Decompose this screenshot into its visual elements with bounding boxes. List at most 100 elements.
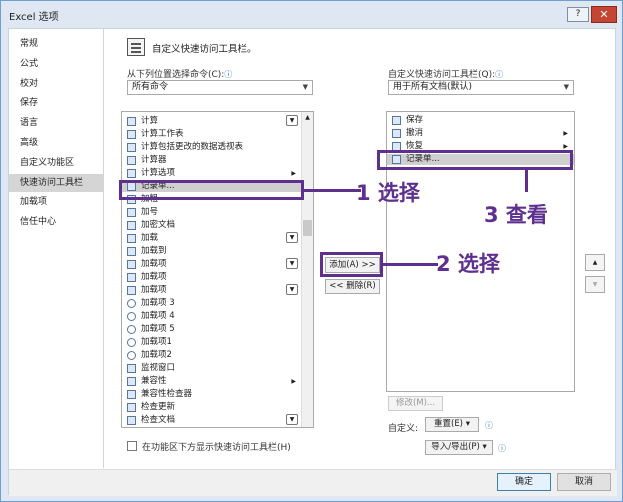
window-title: Excel 选项 [9, 12, 59, 23]
command-icon [127, 416, 136, 425]
annotation-line-2 [383, 263, 438, 266]
dialog-client-area: 常规 公式 校对 保存 语言 高级 自定义功能区 快速访问工具栏 加载项 信任中心 自定义快速访问… [8, 28, 617, 496]
list-item[interactable]: 计算工作表 [122, 129, 302, 140]
command-list-scrollbar[interactable]: ▲ [301, 112, 313, 427]
list-item[interactable]: 兼容性 ▶ [122, 376, 302, 387]
list-item-label: 计算工作表 [141, 129, 184, 139]
choose-commands-label: 从下列位置选择命令(C):ⓘ [127, 67, 232, 80]
nav-item[interactable]: 快速访问工具栏 [9, 173, 103, 192]
highlight-box-3 [377, 150, 573, 170]
list-item-label: 加载项 [141, 285, 167, 295]
qat-label: 自定义快速访问工具栏(Q):ⓘ [388, 67, 503, 80]
command-icon [127, 234, 136, 243]
command-icon [127, 247, 136, 256]
list-item[interactable]: 加载项2 [122, 350, 302, 361]
list-item[interactable]: 加载项 ▼ [122, 284, 302, 296]
list-item[interactable]: 加载到 [122, 246, 302, 257]
list-item[interactable]: 检查文档 ▼ [122, 414, 302, 426]
show-below-ribbon-label: 在功能区下方显示快速访问工具栏(H) [142, 443, 291, 453]
command-icon [127, 299, 136, 308]
scroll-thumb[interactable] [303, 220, 312, 236]
list-item[interactable]: 加载项 4 [122, 311, 302, 322]
move-up-button[interactable]: ▲ [585, 254, 605, 271]
modify-button[interactable]: 修改(M)... [388, 396, 443, 411]
submenu-arrow-icon: ▶ [291, 378, 296, 385]
nav-item[interactable]: 自定义功能区 [9, 154, 103, 172]
list-item-label: 加载 [141, 233, 159, 243]
nav-item[interactable]: 加载项 [9, 193, 103, 211]
nav-item[interactable]: 常规 [9, 35, 103, 53]
choose-commands-label-text: 从下列位置选择命令(C): [127, 70, 225, 80]
reset-button[interactable]: 重置(E) ▾ [425, 417, 479, 432]
show-below-ribbon-checkbox[interactable] [127, 441, 137, 451]
info-icon: ⓘ [495, 70, 504, 79]
list-item[interactable]: 兼容性检查器 [122, 389, 302, 400]
ok-button[interactable]: 确定 [497, 473, 551, 491]
quick-access-toolbar-icon [127, 38, 145, 56]
remove-button[interactable]: << 删除(R) [325, 279, 380, 294]
list-item-label: 加载项 [141, 259, 167, 269]
help-button[interactable]: ? [567, 7, 589, 22]
list-item-label: 加载到 [141, 246, 167, 256]
command-list[interactable]: ▲ 计算 ▼ 计算工作表 计算包括更改的数据透视表 计算器 计算选项 ▶ 记录单... 加粗 加号… [121, 111, 314, 428]
nav-item[interactable]: 语言 [9, 114, 103, 132]
nav-item[interactable]: 校对 [9, 75, 103, 93]
command-icon [127, 286, 136, 295]
move-down-button[interactable]: ▼ [585, 276, 605, 293]
list-item[interactable]: 加载项 [122, 272, 302, 283]
list-item-label: 加载项 4 [141, 311, 175, 321]
annotation-1: 1 选择 [356, 181, 420, 205]
customize-label: 自定义: [388, 424, 419, 434]
list-item[interactable]: 加载项 ▼ [122, 258, 302, 270]
dropdown-icon: ▼ [286, 258, 298, 269]
annotation-line-3 [525, 170, 528, 192]
close-button[interactable]: ✕ [591, 6, 617, 23]
command-icon [127, 169, 136, 178]
list-item[interactable]: 监视窗口 [122, 363, 302, 374]
annotation-line-1 [304, 189, 361, 192]
qat-scope-dropdown[interactable]: 用于所有文档(默认) ▼ [388, 80, 574, 95]
command-icon [127, 325, 136, 334]
list-item-label: 加载项 [141, 272, 167, 282]
list-item-label: 计算选项 [141, 168, 176, 178]
page-title: 自定义快速访问工具栏。 [152, 44, 257, 55]
command-icon [127, 377, 136, 386]
nav-item[interactable]: 高级 [9, 134, 103, 152]
command-icon [127, 221, 136, 230]
scroll-up-icon[interactable]: ▲ [303, 113, 312, 123]
list-item[interactable]: 计算器 [122, 155, 302, 166]
list-item-label: 加载项1 [141, 337, 172, 347]
list-item[interactable]: 撤消 ▶ [387, 128, 574, 139]
chevron-down-icon: ▼ [563, 83, 569, 91]
list-item[interactable]: 计算包括更改的数据透视表 [122, 142, 302, 153]
command-icon [127, 208, 136, 217]
nav-item[interactable]: 信任中心 [9, 213, 103, 231]
list-item-label: 计算包括更改的数据透视表 [141, 142, 244, 152]
choose-commands-dropdown[interactable]: 所有命令 ▼ [127, 80, 313, 95]
list-item[interactable]: 加号 [122, 207, 302, 218]
command-icon [127, 312, 136, 321]
command-icon [127, 143, 136, 152]
info-icon: ⓘ [224, 70, 233, 79]
chevron-down-icon: ▼ [302, 83, 308, 91]
title-bar: Excel 选项 ? ✕ [1, 1, 622, 27]
list-item[interactable]: 计算 ▼ [122, 115, 302, 127]
command-icon [127, 130, 136, 139]
cancel-button[interactable]: 取消 [557, 473, 611, 491]
list-item-label: 监视窗口 [141, 363, 176, 373]
submenu-arrow-icon: ▶ [563, 130, 568, 137]
nav-item[interactable]: 保存 [9, 94, 103, 112]
list-item[interactable]: 计算选项 ▶ [122, 168, 302, 179]
list-item-label: 计算 [141, 116, 159, 126]
list-item[interactable]: 保存 [387, 115, 574, 126]
list-item-label: 检查更新 [141, 402, 176, 412]
list-item[interactable]: 检查更新 [122, 402, 302, 413]
import-export-button[interactable]: 导入/导出(P) ▾ [425, 440, 493, 455]
list-item[interactable]: 加载项 5 [122, 324, 302, 335]
list-item[interactable]: 加载 ▼ [122, 232, 302, 244]
highlight-box-1 [119, 180, 304, 200]
list-item[interactable]: 加载项1 [122, 337, 302, 348]
nav-item[interactable]: 公式 [9, 55, 103, 73]
list-item[interactable]: 加密文档 [122, 220, 302, 231]
list-item[interactable]: 加载项 3 [122, 298, 302, 309]
